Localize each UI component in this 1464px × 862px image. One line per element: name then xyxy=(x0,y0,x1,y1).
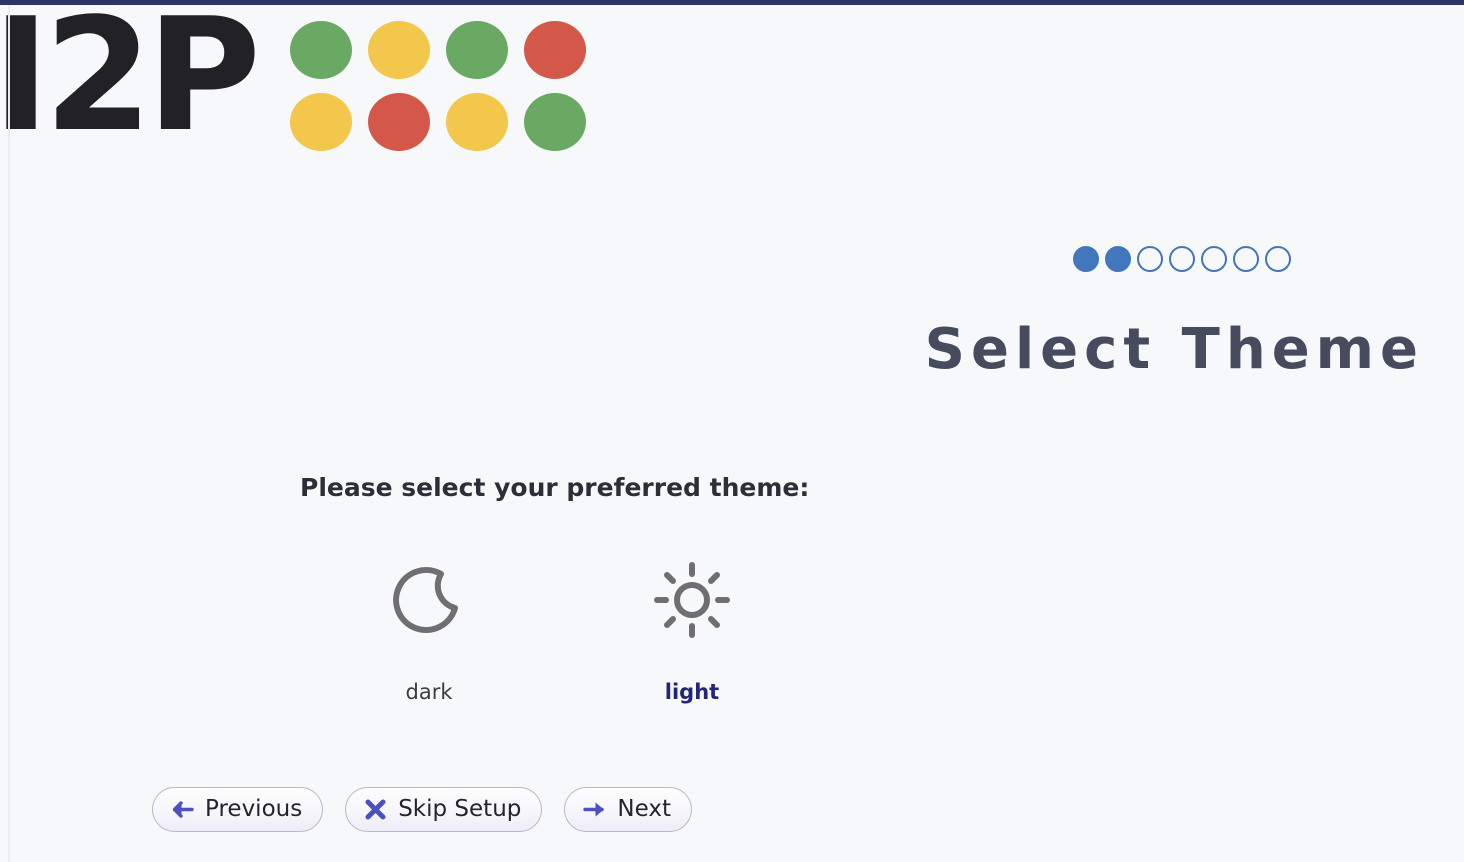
skip-setup-button[interactable]: Skip Setup xyxy=(345,787,543,832)
step-dot-3 xyxy=(1137,246,1163,272)
arrow-right-icon xyxy=(581,796,608,823)
setup-wizard-page: I2P Select Theme Please select your pref… xyxy=(0,0,1464,862)
moon-icon[interactable] xyxy=(349,545,509,655)
theme-option-group: dark light xyxy=(300,545,800,720)
step-dot-6 xyxy=(1233,246,1259,272)
logo-dot-green xyxy=(290,21,352,79)
arrow-left-icon xyxy=(169,796,196,823)
logo-dot-red xyxy=(368,93,430,151)
next-button[interactable]: Next xyxy=(564,787,692,832)
page-left-rule xyxy=(8,5,10,862)
wizard-step-indicator xyxy=(1073,245,1291,273)
next-button-label: Next xyxy=(617,796,671,822)
i2p-logo: I2P xyxy=(0,0,620,165)
instruction-text: Please select your preferred theme: xyxy=(300,473,810,502)
theme-label-light: light xyxy=(664,680,720,704)
page-title: Select Theme xyxy=(924,317,1424,382)
logo-dot-green xyxy=(524,93,586,151)
logo-dot-yellow xyxy=(290,93,352,151)
theme-label-dark: dark xyxy=(405,680,453,704)
step-dot-4 xyxy=(1169,246,1195,272)
theme-option-dark[interactable]: dark xyxy=(349,545,509,720)
logo-dot-yellow xyxy=(368,21,430,79)
step-dot-1 xyxy=(1073,246,1099,272)
step-dot-2 xyxy=(1105,246,1131,272)
step-dot-7 xyxy=(1265,246,1291,272)
skip-setup-button-label: Skip Setup xyxy=(398,796,522,822)
logo-dot-yellow xyxy=(446,93,508,151)
sun-icon[interactable] xyxy=(612,545,772,655)
logo-dot-grid xyxy=(290,21,600,151)
logo-wordmark: I2P xyxy=(0,0,261,166)
previous-button[interactable]: Previous xyxy=(152,787,324,832)
logo-dot-green xyxy=(446,21,508,79)
wizard-navigation: Previous Skip Setup Next xyxy=(152,787,692,832)
close-x-icon xyxy=(362,796,389,823)
logo-dot-red xyxy=(524,21,586,79)
step-dot-5 xyxy=(1201,246,1227,272)
previous-button-label: Previous xyxy=(205,796,303,822)
theme-option-light[interactable]: light xyxy=(612,545,772,720)
